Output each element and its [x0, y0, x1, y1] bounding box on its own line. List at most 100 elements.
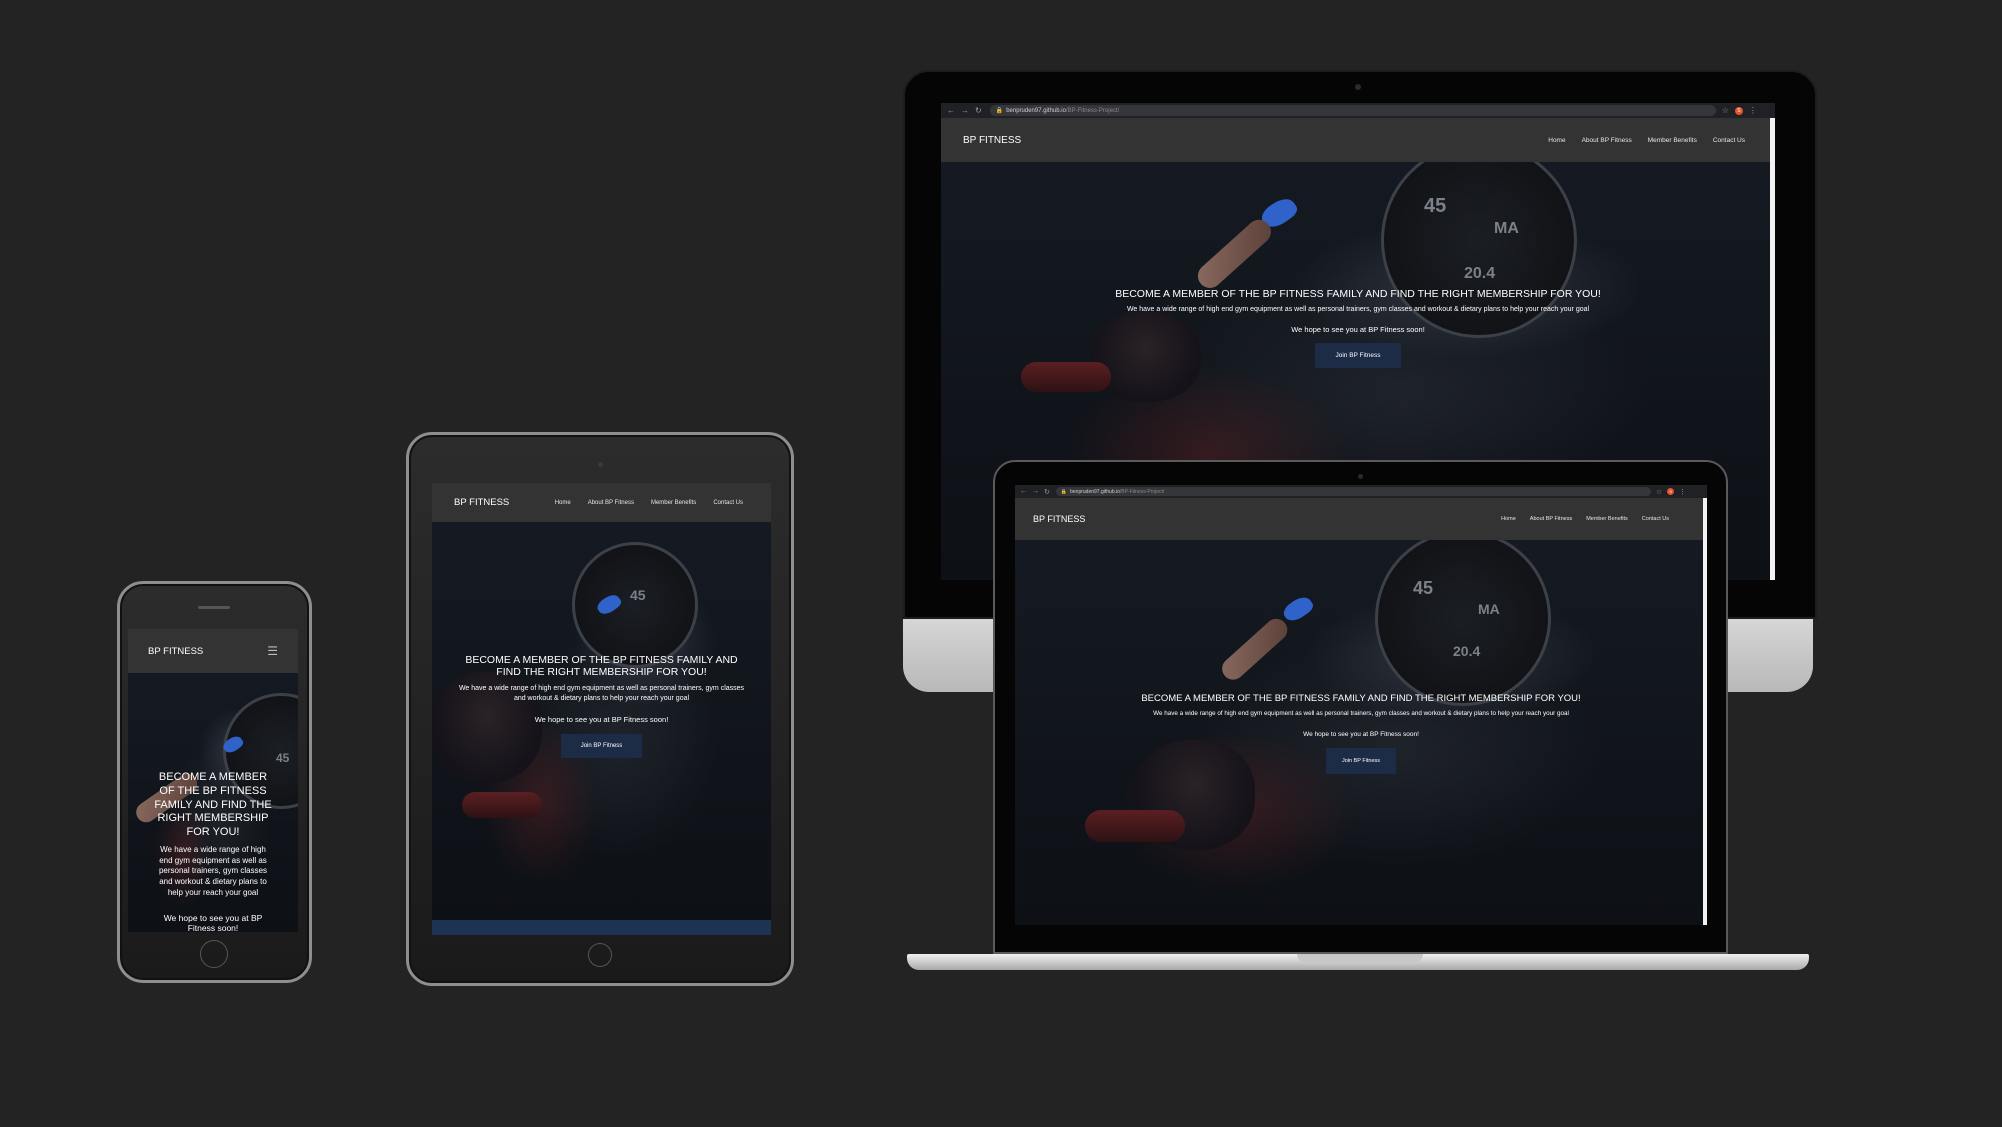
hero-headline-line-1: BECOME A MEMBER OF THE BP FITNESS FAMILY…: [465, 654, 738, 666]
tablet-screen: BP FITNESS Home About BP Fitness Member …: [432, 483, 771, 935]
join-button[interactable]: Join BP Fitness: [560, 733, 643, 758]
nav-benefits[interactable]: Member Benefits: [1648, 137, 1697, 144]
weight-plate: 45 MA 20.4: [1375, 540, 1551, 706]
hero-closing: We hope to see you at BP Fitness soon!: [1291, 325, 1425, 334]
hero-description-line-4: and workout & dietary plans to: [159, 877, 267, 887]
nav-links: Home About BP Fitness Member Benefits Co…: [1487, 516, 1669, 522]
hero-description-line-5: help your reach your goal: [167, 887, 259, 897]
site-navbar: BP FITNESS Home About BP Fitness Member …: [941, 118, 1775, 162]
hero-headline: BECOME A MEMBER OF THE BP FITNESS FAMILY…: [1115, 288, 1601, 300]
site-brand[interactable]: BP FITNESS: [1033, 514, 1085, 524]
tablet-camera: [598, 462, 603, 467]
tablet-home-button[interactable]: [588, 943, 612, 967]
lock-icon: 🔒: [1060, 488, 1068, 495]
hero-description: We have a wide range of high end gym equ…: [1126, 306, 1590, 313]
address-bar[interactable]: 🔒 benpruden97.github.io /BP-Fitness-Proj…: [989, 105, 1716, 116]
hero-content: BECOME A MEMBER OF THE BP FITNESS FAMILY…: [432, 654, 771, 758]
star-icon[interactable]: ☆: [1656, 488, 1662, 496]
hero-headline-line-5: FOR YOU!: [186, 826, 240, 838]
phone-device: BP FITNESS ☰ 45 BECOME A MEMBER OF THE B…: [117, 581, 312, 983]
phone-speaker: [198, 606, 230, 609]
hero-description: We have a wide range of high end gym equ…: [1153, 710, 1569, 717]
nav-home[interactable]: Home: [555, 500, 571, 506]
nav-links: Home About BP Fitness Member Benefits Co…: [1532, 137, 1745, 144]
hero-description: We have a wide range of high end gym equ…: [458, 685, 745, 702]
hero-headline: BECOME A MEMBER OF THE BP FITNESS FAMILY…: [1141, 693, 1581, 704]
nav-contact[interactable]: Contact Us: [1713, 137, 1745, 144]
site-brand[interactable]: BP FITNESS: [148, 646, 203, 657]
site-brand[interactable]: BP FITNESS: [454, 497, 509, 508]
weight-plate: 45: [572, 542, 698, 668]
nav-benefits[interactable]: Member Benefits: [1586, 516, 1628, 522]
extension-icon[interactable]: S: [1734, 106, 1743, 115]
nav-home[interactable]: Home: [1548, 137, 1565, 144]
hero-closing: We hope to see you at BP Fitness soon!: [534, 714, 669, 724]
star-icon[interactable]: ☆: [1722, 106, 1729, 115]
extension-icon[interactable]: S: [1667, 488, 1675, 495]
back-icon[interactable]: ←: [1020, 488, 1027, 495]
laptop-camera: [1358, 474, 1363, 479]
hero-section: 45 BECOME A MEMBER OF THE BP FITNESS FAM…: [432, 522, 771, 920]
url-path: /BP-Fitness-Project/: [1119, 488, 1165, 495]
reload-icon[interactable]: ↻: [1044, 488, 1050, 496]
nav-contact[interactable]: Contact Us: [1642, 516, 1669, 522]
reload-icon[interactable]: ↻: [975, 106, 982, 115]
athlete-leg: [1217, 614, 1292, 685]
phone-screen: BP FITNESS ☰ 45 BECOME A MEMBER OF THE B…: [128, 629, 298, 932]
menu-dots-icon[interactable]: ⋮: [1679, 488, 1686, 496]
site-navbar: BP FITNESS Home About BP Fitness Member …: [1015, 498, 1707, 540]
hero-closing-line-2: Fitness soon!: [187, 922, 239, 932]
nav-about[interactable]: About BP Fitness: [588, 500, 634, 506]
hero-closing-line-1: We hope to see you at BP: [163, 912, 263, 923]
nav-contact[interactable]: Contact Us: [713, 500, 743, 506]
hero-description-line-3: personal trainers, gym classes: [158, 866, 268, 876]
hero-headline-line-1: BECOME A MEMBER: [158, 771, 268, 783]
hero-closing: We hope to see you at BP Fitness soon!: [1303, 731, 1419, 738]
join-button[interactable]: Join BP Fitness: [1315, 343, 1401, 368]
nav-links: Home About BP Fitness Member Benefits Co…: [538, 500, 743, 506]
hero-headline-line-2: OF THE BP FITNESS: [159, 784, 267, 797]
site-brand[interactable]: BP FITNESS: [963, 135, 1021, 146]
tablet-device: BP FITNESS Home About BP Fitness Member …: [406, 432, 794, 986]
laptop-notch: [1297, 954, 1423, 962]
menu-dots-icon[interactable]: ⋮: [1749, 106, 1757, 115]
site-navbar: BP FITNESS ☰: [128, 629, 298, 673]
browser-toolbar: ← → ↻ 🔒 benpruden97.github.io /BP-Fitnes…: [941, 103, 1775, 118]
hero-content: BECOME A MEMBER OF THE BP FITNESS FAMILY…: [128, 771, 298, 932]
lock-icon: 🔒: [995, 108, 1004, 114]
laptop-screen: ← → ↻ 🔒 benpruden97.github.io /BP-Fitnes…: [1015, 485, 1707, 925]
browser-toolbar: ← → ↻ 🔒 benpruden97.github.io /BP-Fitnes…: [1015, 485, 1707, 498]
forward-icon[interactable]: →: [1032, 488, 1039, 495]
nav-about[interactable]: About BP Fitness: [1582, 137, 1632, 144]
hero-description-line-2: end gym equipment as well as: [159, 855, 267, 865]
hero-headline-line-4: RIGHT MEMBERSHIP: [157, 812, 269, 825]
join-button[interactable]: Join BP Fitness: [1325, 748, 1397, 774]
url-path: /BP-Fitness-Project/: [1065, 107, 1120, 114]
machine-seat: [1085, 810, 1185, 842]
address-bar[interactable]: 🔒 benpruden97.github.io /BP-Fitness-Proj…: [1055, 487, 1651, 496]
monitor-camera: [1355, 84, 1361, 90]
nav-benefits[interactable]: Member Benefits: [651, 500, 696, 506]
athlete-leg: [1192, 214, 1276, 293]
nav-about[interactable]: About BP Fitness: [1530, 516, 1572, 522]
hero-section: 45 BECOME A MEMBER OF THE BP FITNESS FAM…: [128, 673, 298, 932]
hero-content: BECOME A MEMBER OF THE BP FITNESS FAMILY…: [941, 288, 1775, 368]
hero-headline-line-3: FAMILY AND FIND THE: [154, 798, 272, 811]
footer-strip: [432, 920, 771, 935]
site-navbar: BP FITNESS Home About BP Fitness Member …: [432, 483, 771, 522]
hamburger-menu-icon[interactable]: ☰: [267, 644, 278, 658]
url-host: benpruden97.github.io: [1006, 107, 1066, 114]
url-host: benpruden97.github.io: [1070, 488, 1120, 495]
hero-headline-line-2: FIND THE RIGHT MEMBERSHIP FOR YOU!: [496, 666, 707, 678]
hero-section: 45 MA 20.4 BECOME A MEMBER OF THE BP FIT…: [1015, 540, 1707, 925]
scrollbar[interactable]: [1703, 498, 1707, 925]
shoe: [1280, 593, 1316, 625]
phone-home-button[interactable]: [200, 940, 228, 968]
machine-seat: [462, 792, 542, 818]
hero-content: BECOME A MEMBER OF THE BP FITNESS FAMILY…: [1015, 693, 1707, 774]
back-icon[interactable]: ←: [947, 106, 955, 115]
laptop-device: ← → ↻ 🔒 benpruden97.github.io /BP-Fitnes…: [905, 460, 1811, 980]
hero-description-line-1: We have a wide range of high: [160, 844, 266, 854]
nav-home[interactable]: Home: [1501, 516, 1516, 522]
forward-icon[interactable]: →: [961, 106, 969, 115]
